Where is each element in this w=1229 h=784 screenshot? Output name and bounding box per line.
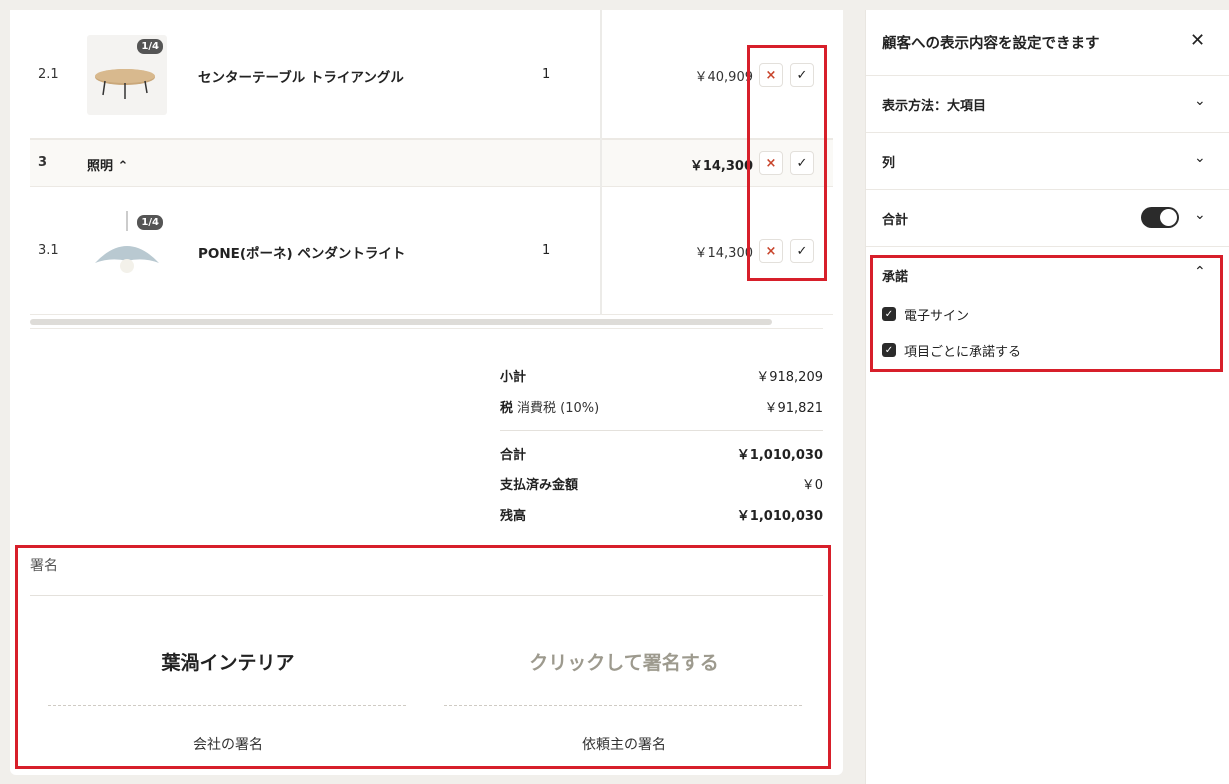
chevron-down-icon: ⌄ xyxy=(1194,207,1206,223)
item-price: ￥14,300 xyxy=(694,246,754,261)
tax-line: 税消費税 (10%) ￥91,821 xyxy=(500,397,823,417)
image-count-badge: 1/4 xyxy=(137,215,163,230)
subtotal-line: 小計 ￥918,209 xyxy=(500,366,823,386)
panel-title: 顧客への表示内容を設定できます xyxy=(882,36,1100,52)
reject-button[interactable]: × xyxy=(759,63,783,87)
item-qty: 1 xyxy=(542,67,551,82)
section-approval[interactable]: 承諾 ⌃ ✓ 電子サイン ✓ 項目ごとに承諾する xyxy=(866,246,1229,376)
total-line: 合計 ￥1,010,030 xyxy=(500,444,823,464)
category-name[interactable]: 照明 ⌃ xyxy=(87,155,128,174)
section-display-method[interactable]: 表示方法：大項目 ⌄ xyxy=(866,75,1229,132)
toggle-knob xyxy=(1160,209,1177,226)
section-columns[interactable]: 列 ⌄ xyxy=(866,132,1229,189)
company-signature-caption: 会社の署名 xyxy=(193,737,263,753)
signature-line xyxy=(444,705,802,706)
approve-button[interactable]: ✓ xyxy=(790,63,814,87)
approve-button[interactable]: ✓ xyxy=(790,239,814,263)
per-item-approval-checkbox[interactable]: ✓ xyxy=(882,343,896,357)
item-price: ￥40,909 xyxy=(694,70,754,85)
table-row: 3.1 1/4 PONE(ポーネ) ペンダントライト 1 ￥14,300 × ✓ xyxy=(30,187,833,315)
company-signature: 葉渦インテリア xyxy=(161,652,295,674)
item-number: 3.1 xyxy=(38,243,59,258)
balance-line: 残高 ￥1,010,030 xyxy=(500,505,823,525)
section-total[interactable]: 合計 ⌄ xyxy=(866,189,1229,246)
table-row: 2.1 1/4 センターテーブル トライアングル 1 ￥40,909 × ✓ xyxy=(30,10,833,139)
esign-label: 電子サイン xyxy=(904,309,970,324)
category-price: ￥14,300 xyxy=(689,159,753,174)
close-icon: × xyxy=(765,155,777,171)
reject-button[interactable]: × xyxy=(759,239,783,263)
paid-line: 支払済み金額 ￥0 xyxy=(500,474,823,494)
display-settings-panel: 顧客への表示内容を設定できます ✕ 表示方法：大項目 ⌄ 列 ⌄ 合計 ⌄ 承諾… xyxy=(865,10,1229,784)
esign-checkbox[interactable]: ✓ xyxy=(882,307,896,321)
check-icon: ✓ xyxy=(884,344,894,356)
check-icon: ✓ xyxy=(796,67,808,83)
check-icon: ✓ xyxy=(796,243,808,259)
total-toggle[interactable] xyxy=(1141,207,1179,228)
column-divider xyxy=(600,10,602,315)
chevron-up-icon: ⌃ xyxy=(1194,264,1206,280)
item-name: センターテーブル トライアングル xyxy=(198,70,404,86)
divider xyxy=(30,328,823,329)
divider xyxy=(30,595,823,596)
image-count-badge: 1/4 xyxy=(137,39,163,54)
close-icon: × xyxy=(765,243,777,259)
check-icon: ✓ xyxy=(796,155,808,171)
divider xyxy=(500,430,823,431)
estimate-card: 2.1 1/4 センターテーブル トライアングル 1 ￥40,909 × ✓ 3… xyxy=(10,10,843,775)
approve-button[interactable]: ✓ xyxy=(790,151,814,175)
signature-line xyxy=(48,705,406,706)
horizontal-scrollbar[interactable] xyxy=(30,319,772,325)
chevron-down-icon: ⌄ xyxy=(1194,93,1206,109)
paid-value: ￥0 xyxy=(801,478,823,493)
close-icon[interactable]: ✕ xyxy=(1190,30,1205,51)
chevron-down-icon: ⌄ xyxy=(1194,150,1206,166)
item-number: 2.1 xyxy=(38,67,59,82)
item-qty: 1 xyxy=(542,243,551,258)
tax-value: ￥91,821 xyxy=(764,401,824,416)
product-thumbnail-lamp[interactable]: 1/4 xyxy=(87,211,167,291)
reject-button[interactable]: × xyxy=(759,151,783,175)
product-thumbnail-table[interactable]: 1/4 xyxy=(87,35,167,115)
close-icon: × xyxy=(765,67,777,83)
per-item-approval-label: 項目ごとに承諾する xyxy=(904,345,1022,360)
signature-label: 署名 xyxy=(30,558,58,574)
client-signature-caption: 依頼主の署名 xyxy=(582,737,666,753)
balance-value: ￥1,010,030 xyxy=(736,509,823,524)
category-row[interactable]: 3 照明 ⌃ ￥14,300 × ✓ xyxy=(30,139,833,187)
client-signature-prompt[interactable]: クリックして署名する xyxy=(446,648,802,675)
total-value: ￥1,010,030 xyxy=(736,448,823,463)
item-name: PONE(ポーネ) ペンダントライト xyxy=(198,246,406,262)
chevron-up-icon: ⌃ xyxy=(117,159,129,174)
check-icon: ✓ xyxy=(884,308,894,320)
category-number: 3 xyxy=(38,155,48,170)
subtotal-value: ￥918,209 xyxy=(756,370,823,385)
